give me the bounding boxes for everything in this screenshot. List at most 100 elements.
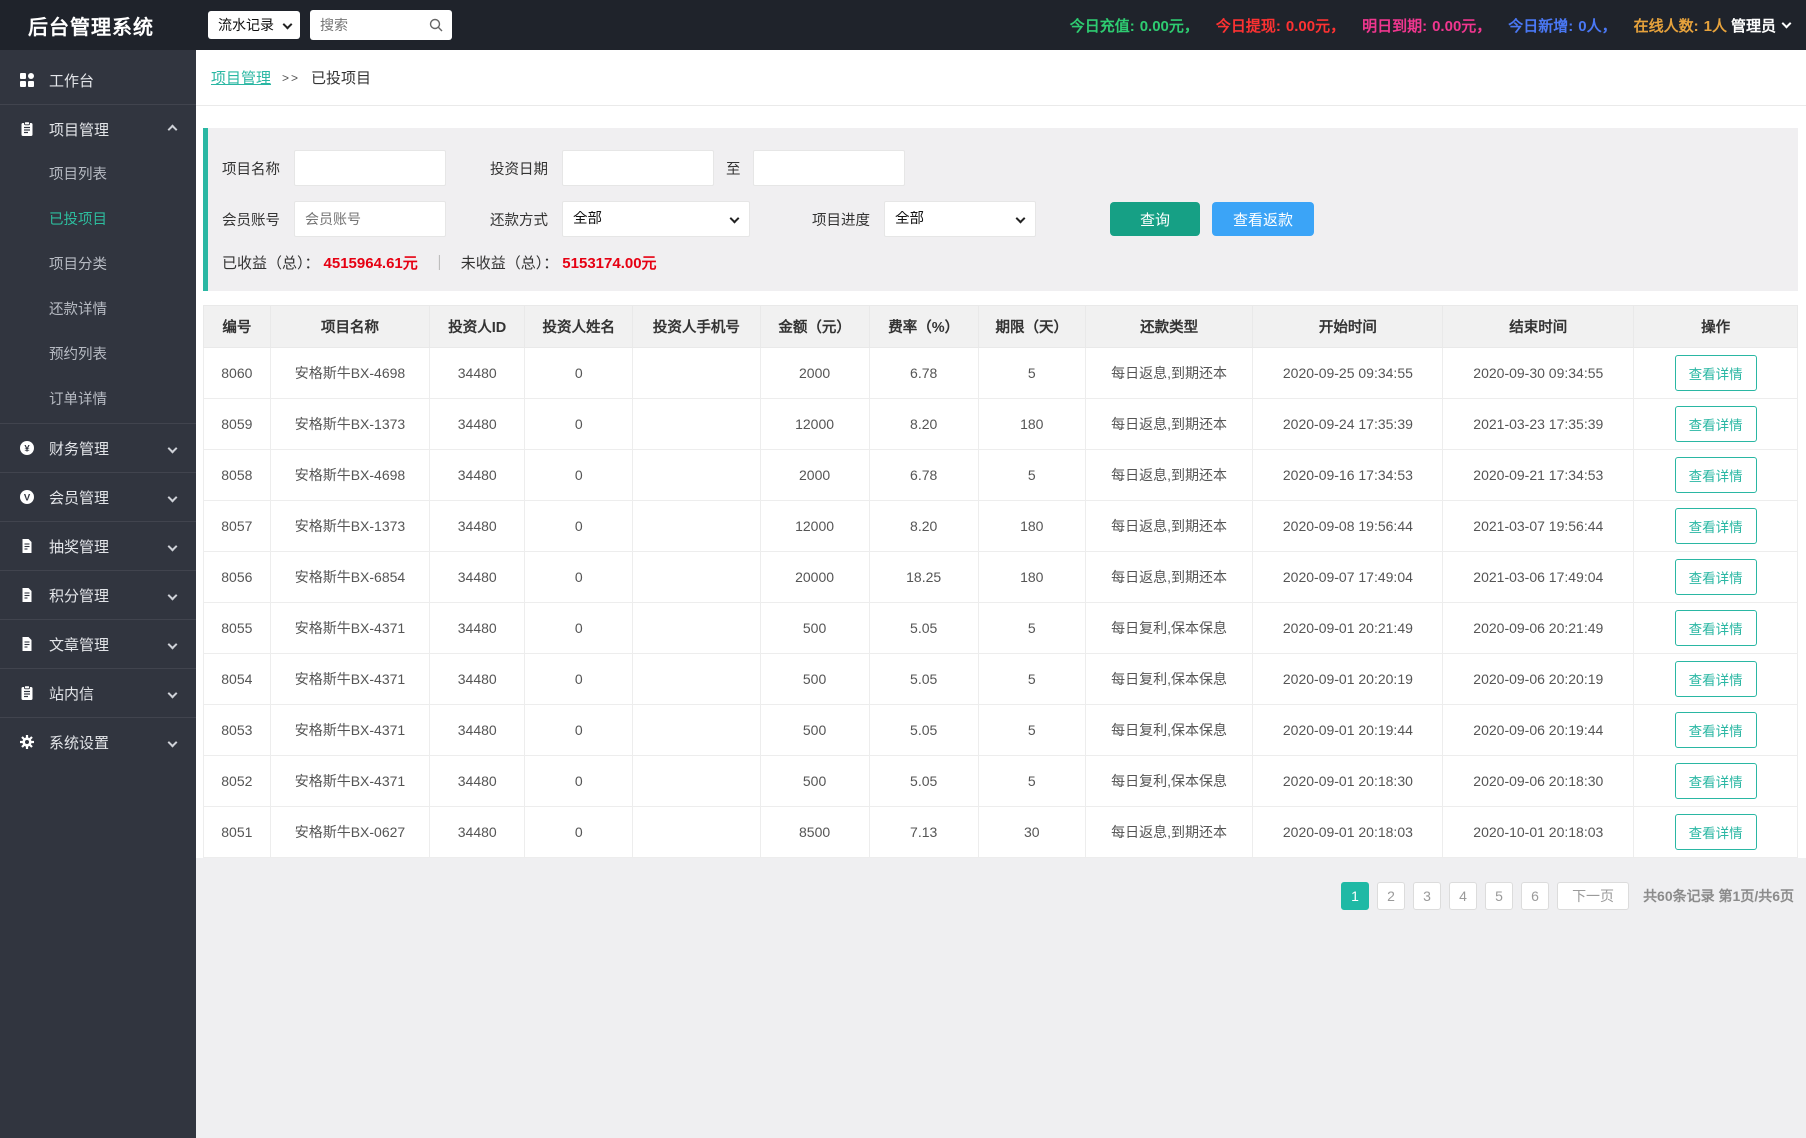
page-button-5[interactable]: 5	[1485, 882, 1514, 910]
progress-select[interactable]: 全部	[884, 201, 1036, 237]
table-cell: 0	[524, 449, 634, 501]
table-cell: 2021-03-07 19:56:44	[1442, 500, 1635, 552]
table-cell: 8500	[759, 806, 870, 858]
table-cell: 安格斯牛BX-1373	[269, 500, 431, 552]
sidebar-item-label: 会员管理	[49, 489, 110, 507]
member-account-input[interactable]	[294, 201, 446, 237]
view-detail-button[interactable]: 查看详情	[1674, 610, 1757, 646]
table-cell: 2020-10-01 20:18:03	[1442, 806, 1635, 858]
table-row: 8052 安格斯牛BX-4371 34480 0 500 5.05 5 每日复利,保本保息 20…	[203, 755, 1798, 807]
sidebar-subitem-reservation-list[interactable]: 预约列表	[0, 333, 196, 378]
column-header: 投资人姓名	[524, 305, 634, 348]
sidebar-item-project-management[interactable]: 项目管理	[0, 105, 196, 153]
table-cell: 安格斯牛BX-4698	[269, 449, 431, 501]
gear-icon	[19, 734, 36, 751]
table-cell-actions: 查看详情	[1633, 398, 1798, 450]
sidebar-item-finance-management[interactable]: ¥ 财务管理	[0, 424, 196, 472]
table-cell: 5	[977, 704, 1086, 756]
table-cell: 12000	[759, 500, 870, 552]
page-button-4[interactable]: 4	[1449, 882, 1478, 910]
table-cell: 8052	[203, 755, 271, 807]
breadcrumb: 项目管理 >> 已投项目	[196, 50, 1806, 106]
table-cell: 安格斯牛BX-4371	[269, 653, 431, 705]
view-detail-button[interactable]: 查看详情	[1674, 559, 1757, 595]
sidebar-item-article-management[interactable]: 文章管理	[0, 620, 196, 668]
table-cell: 2020-09-16 17:34:53	[1252, 449, 1444, 501]
view-refund-button[interactable]: 查看返款	[1212, 202, 1314, 236]
record-type-select[interactable]: 流水记录	[208, 11, 300, 39]
view-detail-button[interactable]: 查看详情	[1674, 355, 1757, 391]
document-icon	[19, 587, 36, 604]
sidebar-subitem-invested-projects[interactable]: 已投项目	[0, 198, 196, 243]
view-detail-button[interactable]: 查看详情	[1674, 661, 1757, 697]
table-cell: 0	[524, 500, 634, 552]
next-page-button[interactable]: 下一页	[1557, 882, 1630, 910]
table-cell: 安格斯牛BX-1373	[269, 398, 431, 450]
sidebar-item-lottery-management[interactable]: 抽奖管理	[0, 522, 196, 570]
repay-method-select[interactable]: 全部	[562, 201, 750, 237]
sidebar-item-member-management[interactable]: V 会员管理	[0, 473, 196, 521]
table-cell: 8056	[203, 551, 271, 603]
view-detail-button[interactable]: 查看详情	[1674, 457, 1757, 493]
invest-date-end-input[interactable]	[752, 150, 905, 186]
chevron-down-icon	[167, 639, 178, 649]
page-button-1[interactable]: 1	[1341, 882, 1370, 910]
header-stat-1: 今日提现: 0.00元，	[1215, 17, 1346, 35]
table-cell: 0	[524, 755, 634, 807]
table-cell: 5	[977, 653, 1086, 705]
table-cell: 2020-09-01 20:18:30	[1252, 755, 1444, 807]
table-cell: 2020-09-01 20:18:03	[1252, 806, 1444, 858]
page-button-3[interactable]: 3	[1413, 882, 1442, 910]
sidebar-subitem-order-details[interactable]: 订单详情	[0, 378, 196, 423]
table-row: 8059 安格斯牛BX-1373 34480 0 12000 8.20 180 每日返息,到期…	[203, 398, 1798, 450]
table-cell: 0	[524, 602, 634, 654]
breadcrumb-parent[interactable]: 项目管理	[211, 67, 271, 88]
view-detail-button[interactable]: 查看详情	[1674, 712, 1757, 748]
table-cell: 0	[524, 806, 634, 858]
sidebar-subitem-project-list[interactable]: 项目列表	[0, 153, 196, 198]
admin-menu[interactable]: 管理员	[1730, 15, 1792, 36]
table-cell: 2020-09-30 09:34:55	[1442, 347, 1635, 399]
table-cell: 34480	[429, 551, 526, 603]
view-detail-button[interactable]: 查看详情	[1674, 814, 1757, 850]
pagination-bar: 1 2 3 4 5 6 下一页 共60条记录 第1页/共6页	[196, 882, 1794, 910]
table-cell: 500	[759, 755, 870, 807]
view-detail-button[interactable]: 查看详情	[1674, 406, 1757, 442]
column-header: 编号	[203, 305, 271, 348]
sidebar-subitem-project-category[interactable]: 项目分类	[0, 243, 196, 288]
table-cell: 2020-09-01 20:19:44	[1252, 704, 1444, 756]
column-header: 金额（元）	[759, 305, 870, 348]
view-detail-button[interactable]: 查看详情	[1674, 508, 1757, 544]
table-cell: 5.05	[868, 653, 979, 705]
page-button-2[interactable]: 2	[1377, 882, 1406, 910]
table-cell: 5.05	[868, 602, 979, 654]
table-cell: 500	[759, 602, 870, 654]
chevron-down-icon	[282, 19, 293, 30]
header-stat-4: 在线人数: 1人	[1633, 17, 1727, 35]
table-cell-actions: 查看详情	[1633, 347, 1798, 399]
date-to-label: 至	[726, 161, 741, 178]
invest-date-start-input[interactable]	[562, 150, 714, 186]
sidebar-item-points-management[interactable]: 积分管理	[0, 571, 196, 619]
table-cell	[632, 449, 761, 501]
page-position: 第1页/共6页	[1718, 888, 1794, 904]
column-header: 结束时间	[1442, 305, 1635, 348]
column-header: 项目名称	[269, 305, 431, 348]
sidebar-item-workbench[interactable]: 工作台	[0, 56, 196, 104]
sidebar-item-system-settings[interactable]: 系统设置	[0, 718, 196, 766]
table-cell: 2020-09-21 17:34:53	[1442, 449, 1635, 501]
page-button-6[interactable]: 6	[1521, 882, 1550, 910]
table-cell: 安格斯牛BX-4371	[269, 602, 431, 654]
table-cell	[632, 602, 761, 654]
table-cell: 34480	[429, 347, 526, 399]
project-name-input[interactable]	[294, 150, 446, 186]
table-cell: 安格斯牛BX-6854	[269, 551, 431, 603]
query-button[interactable]: 查询	[1110, 202, 1200, 236]
table-cell: 34480	[429, 500, 526, 552]
sidebar-subitem-repayment-details[interactable]: 还款详情	[0, 288, 196, 333]
view-detail-button[interactable]: 查看详情	[1674, 763, 1757, 799]
sidebar-item-site-mail[interactable]: 站内信	[0, 669, 196, 717]
table-cell: 34480	[429, 704, 526, 756]
search-box	[310, 10, 452, 40]
admin-label: 管理员	[1730, 17, 1776, 35]
